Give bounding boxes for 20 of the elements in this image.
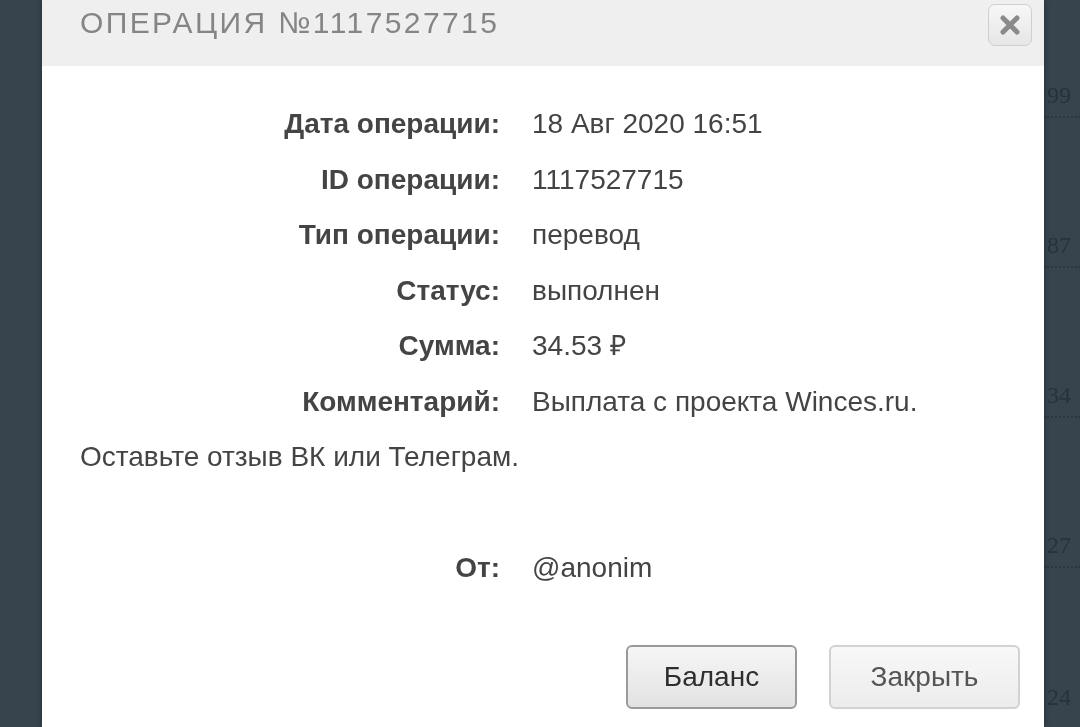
dialog-button[interactable]: Закрыть (829, 644, 1020, 709)
field-label: От: (454, 551, 500, 585)
message-text: Оставьте отзыв ВК или Телеграм. (80, 440, 521, 474)
field-label: ID операции: (320, 162, 500, 197)
field-value: перевод (532, 218, 641, 252)
field-value: 1117527715 (532, 162, 685, 197)
field-label: Комментарий: (301, 384, 500, 419)
field-value: 34.53 ₽ (532, 329, 627, 363)
close-button[interactable] (988, 4, 1032, 46)
field-value: 18 Авг 2020 16:51 (532, 107, 764, 141)
field-label: Тип операции: (297, 218, 500, 252)
field-value: @anonim (532, 551, 654, 585)
field-label: Сумма: (397, 329, 500, 363)
field-value: выполнен (532, 273, 661, 308)
dialog-button[interactable]: Баланс (626, 644, 797, 709)
field-label: Дата операции: (283, 107, 500, 141)
dialog-title: ОПЕРАЦИЯ №1117527715 (80, 5, 500, 38)
field-value: Выплата с проекта Winces.ru. (532, 384, 919, 419)
close-icon (1000, 15, 1020, 35)
field-label: Статус: (395, 273, 500, 308)
